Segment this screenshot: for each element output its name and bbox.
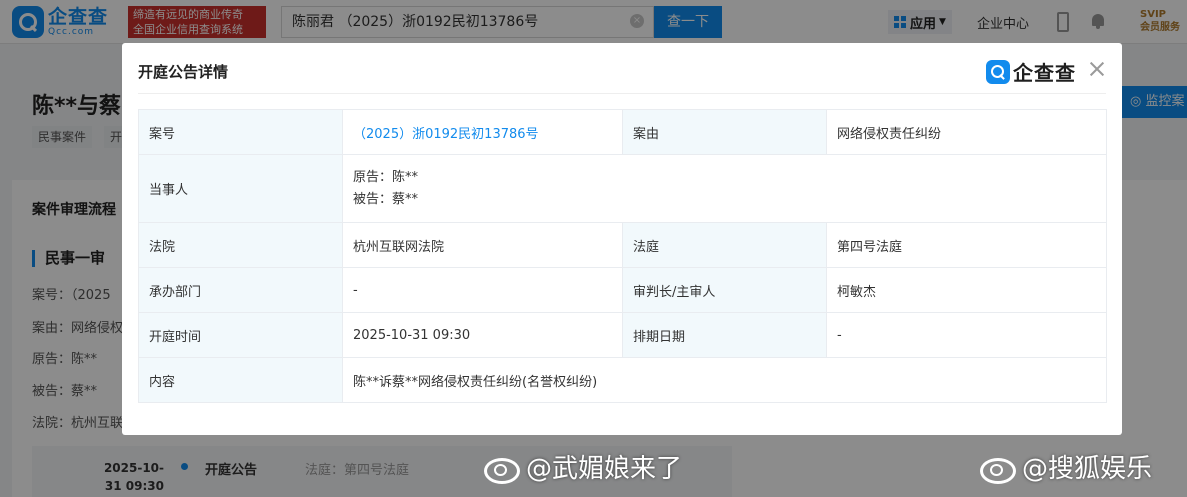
table-row: 法院 杭州互联网法院 法庭 第四号法庭 <box>138 222 1107 268</box>
parties-value: 原告：陈** 被告：蔡** <box>342 154 1107 223</box>
table-row: 案号 （2025）浙0192民初13786号 案由 网络侵权责任纠纷 <box>138 109 1107 155</box>
close-icon[interactable] <box>1086 58 1108 80</box>
table-row: 开庭时间 2025-10-31 09:30 排期日期 - <box>138 312 1107 358</box>
case-no-value: （2025）浙0192民初13786号 <box>342 109 623 155</box>
modal-title: 开庭公告详情 <box>138 63 229 81</box>
court-label: 法院 <box>138 222 343 268</box>
content-value: 陈**诉蔡**网络侵权责任纠纷(名誉权纠纷) <box>342 357 1107 403</box>
watermark-right-text: @搜狐娱乐 <box>1022 454 1153 484</box>
judge-label: 审判长/主审人 <box>622 267 827 313</box>
tribunal-label: 法庭 <box>622 222 827 268</box>
department-label: 承办部门 <box>138 267 343 313</box>
department-value: - <box>342 267 623 313</box>
plaintiff-value: 原告：陈** <box>353 169 419 185</box>
weibo-watermark-left: @武媚娘来了 <box>482 448 682 485</box>
content-label: 内容 <box>138 357 343 403</box>
table-row: 承办部门 - 审判长/主审人 柯敏杰 <box>138 267 1107 313</box>
modal-logo-text: 企查查 <box>1013 61 1076 85</box>
schedule-date-label: 排期日期 <box>622 312 827 358</box>
case-no-link[interactable]: （2025）浙0192民初13786号 <box>353 127 539 142</box>
hearing-detail-table: 案号 （2025）浙0192民初13786号 案由 网络侵权责任纠纷 当事人 原… <box>138 109 1107 403</box>
hearing-time-value: 2025-10-31 09:30 <box>342 312 623 358</box>
cause-value: 网络侵权责任纠纷 <box>826 109 1107 155</box>
tribunal-value: 第四号法庭 <box>826 222 1107 268</box>
qcc-logo-icon <box>986 59 1010 84</box>
schedule-date-value: - <box>826 312 1107 358</box>
watermark-left-text: @武媚娘来了 <box>526 454 683 484</box>
weibo-watermark-right: @搜狐娱乐 <box>978 448 1152 485</box>
parties-label: 当事人 <box>138 154 343 223</box>
table-row: 当事人 原告：陈** 被告：蔡** <box>138 154 1107 223</box>
court-value: 杭州互联网法院 <box>342 222 623 268</box>
weibo-icon <box>482 452 522 484</box>
case-no-label: 案号 <box>138 109 343 155</box>
defendant-value: 被告：蔡** <box>353 191 419 207</box>
modal-qcc-logo: 企查查 <box>986 57 1076 86</box>
table-row: 内容 陈**诉蔡**网络侵权责任纠纷(名誉权纠纷) <box>138 357 1107 403</box>
cause-label: 案由 <box>622 109 827 155</box>
judge-value: 柯敏杰 <box>826 267 1107 313</box>
hearing-time-label: 开庭时间 <box>138 312 343 358</box>
modal-divider <box>138 93 1106 94</box>
weibo-icon <box>978 452 1018 484</box>
hearing-notice-modal: 开庭公告详情 企查查 案号 （2025）浙0192民初13786号 案由 网络侵… <box>122 43 1122 435</box>
